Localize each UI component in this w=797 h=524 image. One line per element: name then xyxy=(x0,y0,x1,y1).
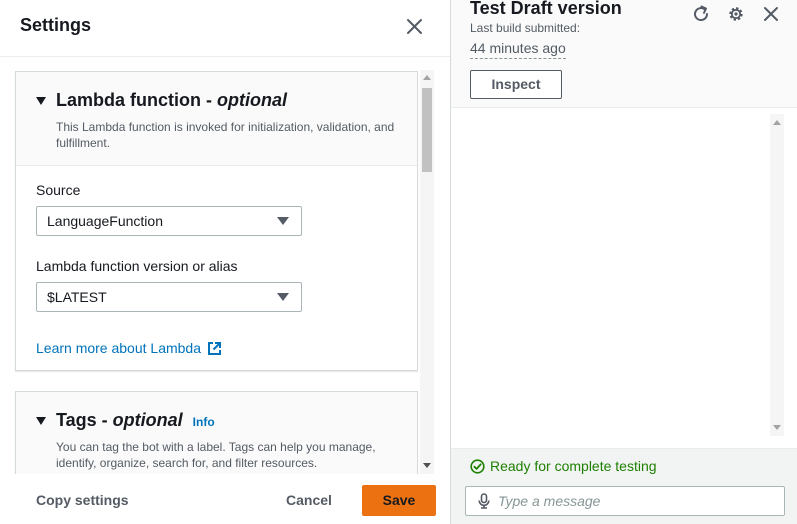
source-select-value: LanguageFunction xyxy=(47,213,163,229)
ready-status: Ready for complete testing xyxy=(470,458,657,474)
build-time[interactable]: 44 minutes ago xyxy=(470,40,566,59)
version-select-value: $LATEST xyxy=(47,289,107,305)
test-header: Test Draft version Last build submitted:… xyxy=(451,0,797,108)
close-test-button[interactable] xyxy=(761,4,781,24)
save-button[interactable]: Save xyxy=(362,485,436,516)
test-footer: Ready for complete testing xyxy=(451,448,797,524)
lambda-function-card: Lambda function - optional This Lambda f… xyxy=(15,71,418,371)
test-title: Test Draft version xyxy=(470,0,622,18)
copy-settings-button[interactable]: Copy settings xyxy=(36,492,129,508)
settings-footer: Copy settings Cancel Save xyxy=(0,478,450,524)
conversation-scrollbar[interactable] xyxy=(770,114,784,436)
scroll-down-arrow-icon[interactable] xyxy=(773,425,781,430)
settings-button[interactable] xyxy=(726,4,746,24)
refresh-icon xyxy=(694,5,709,22)
refresh-button[interactable] xyxy=(691,4,711,24)
check-circle-icon xyxy=(470,458,485,474)
message-input-box[interactable] xyxy=(465,486,785,516)
version-label: Lambda function version or alias xyxy=(36,258,238,274)
source-select[interactable]: LanguageFunction xyxy=(36,206,302,236)
learn-more-label: Learn more about Lambda xyxy=(36,340,201,356)
tags-info-link[interactable]: Info xyxy=(193,415,215,429)
dropdown-caret-icon xyxy=(277,217,289,225)
microphone-icon[interactable] xyxy=(478,493,490,509)
build-label: Last build submitted: xyxy=(470,21,581,35)
ready-status-text: Ready for complete testing xyxy=(490,458,657,474)
scroll-up-arrow-icon[interactable] xyxy=(773,120,781,125)
tags-description: You can tag the bot with a label. Tags c… xyxy=(56,440,376,470)
test-panel: Test Draft version Last build submitted:… xyxy=(451,0,797,524)
gear-icon xyxy=(729,7,743,21)
scroll-thumb[interactable] xyxy=(422,88,432,172)
tags-card-header[interactable]: Tags - optional Info You can tag the bot… xyxy=(16,392,417,474)
source-label: Source xyxy=(36,182,81,198)
close-settings-button[interactable] xyxy=(404,16,426,38)
lambda-card-header[interactable]: Lambda function - optional This Lambda f… xyxy=(16,72,417,166)
caret-down-icon[interactable] xyxy=(36,417,46,425)
settings-title: Settings xyxy=(20,15,92,35)
cancel-button[interactable]: Cancel xyxy=(286,492,332,508)
scroll-up-arrow-icon[interactable] xyxy=(423,75,431,80)
close-icon xyxy=(407,19,422,34)
settings-scroll-area: Lambda function - optional This Lambda f… xyxy=(0,70,436,474)
lambda-card-body: Source LanguageFunction Lambda function … xyxy=(16,166,417,372)
header-divider xyxy=(0,56,450,57)
inspect-button[interactable]: Inspect xyxy=(470,70,562,99)
external-link-icon xyxy=(208,341,221,355)
lambda-card-title: Lambda function - optional xyxy=(56,90,287,110)
scroll-down-arrow-icon[interactable] xyxy=(423,463,431,468)
message-input[interactable] xyxy=(498,493,768,509)
optional-label: optional xyxy=(112,410,183,430)
tags-card: Tags - optional Info You can tag the bot… xyxy=(15,391,418,474)
tags-card-title: Tags - optional xyxy=(56,410,183,430)
close-icon xyxy=(764,7,778,21)
optional-label: optional xyxy=(217,90,287,110)
conversation-area xyxy=(451,109,797,448)
dropdown-caret-icon xyxy=(277,293,289,301)
lambda-description: This Lambda function is invoked for init… xyxy=(56,120,395,150)
settings-panel: Settings Lambda function - optional This… xyxy=(0,0,450,524)
caret-down-icon[interactable] xyxy=(36,97,46,105)
settings-scrollbar[interactable] xyxy=(420,70,434,474)
version-select[interactable]: $LATEST xyxy=(36,282,302,312)
learn-more-lambda-link[interactable]: Learn more about Lambda xyxy=(36,340,397,356)
